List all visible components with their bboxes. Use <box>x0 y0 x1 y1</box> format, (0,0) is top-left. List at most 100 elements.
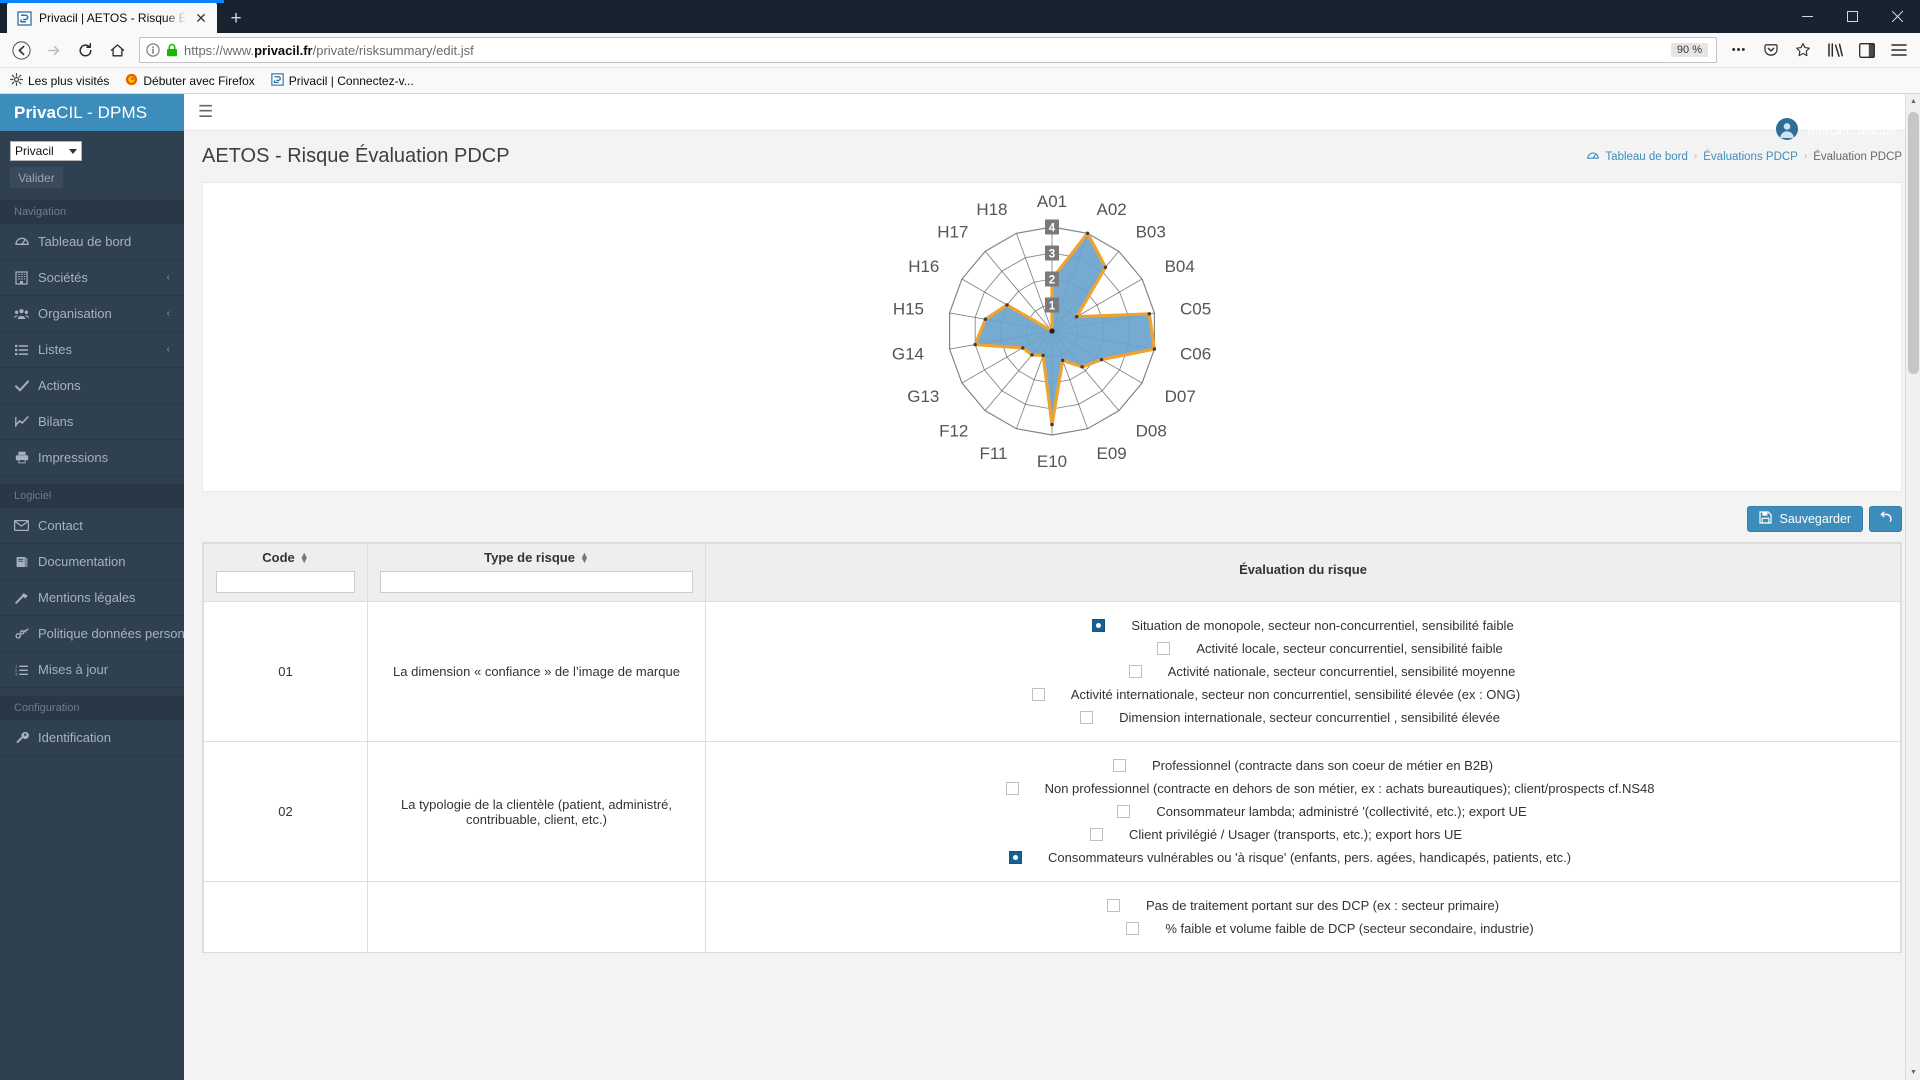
sidebar-item-actions[interactable]: Actions <box>0 368 184 404</box>
sidebar-item-mises-jour[interactable]: 1 2 3 Mises à jour <box>0 652 184 688</box>
sidebar-item-bilans[interactable]: Bilans <box>0 404 184 440</box>
save-button-label: Sauvegarder <box>1779 512 1852 526</box>
bookmark-item-0[interactable]: Les plus visités <box>10 72 109 89</box>
radar-axis-label: E10 <box>1037 452 1067 471</box>
close-window-button[interactable] <box>1875 1 1920 33</box>
risk-option[interactable]: Client privilégié / Usager (transports, … <box>652 823 1900 846</box>
sidebar-item-impressions[interactable]: Impressions <box>0 440 184 476</box>
risk-eval-cell: Situation de monopole, secteur non-concu… <box>704 601 1902 742</box>
zoom-level-badge[interactable]: 90 % <box>1670 43 1708 57</box>
risk-option[interactable]: Activité locale, secteur concurrentiel, … <box>760 637 1900 660</box>
risk-option[interactable]: Non professionnel (contracte en dehors d… <box>760 777 1900 800</box>
url-text[interactable]: https://www.privacil.fr/private/risksumm… <box>184 43 1665 58</box>
user-menu[interactable]: Mercier, Martial <box>1776 118 1896 143</box>
sidebar-item-organisation[interactable]: Organisation ‹ <box>0 296 184 332</box>
sidebar-item-contact[interactable]: Contact <box>0 508 184 544</box>
radar-tick-label: 3 <box>1049 248 1055 260</box>
bookmark-item-2[interactable]: Privacil | Connectez-v... <box>271 72 414 89</box>
checkbox-checked[interactable] <box>1092 619 1106 632</box>
risk-option[interactable]: Consommateurs vulnérables ou 'à risque' … <box>680 846 1900 869</box>
sidebar-collapse-icon[interactable]: ☰ <box>198 102 213 122</box>
column-header-type[interactable]: Type de risque ▲ ▼ <box>367 543 706 602</box>
checkbox-unchecked[interactable] <box>1031 688 1045 701</box>
radar-axis-label: G14 <box>892 345 924 364</box>
sidebar-item-documentation[interactable]: Documentation <box>0 544 184 580</box>
checkbox-unchecked[interactable] <box>1112 759 1126 772</box>
risk-option[interactable]: % faible et volume faible de DCP (secteu… <box>760 917 1900 940</box>
hamburger-menu-icon[interactable] <box>1884 36 1914 64</box>
back-button[interactable] <box>6 36 36 64</box>
printer-icon <box>14 451 29 464</box>
sidebar-toggle-icon[interactable] <box>1852 36 1882 64</box>
page-info-icon[interactable] <box>146 43 160 57</box>
checkbox-unchecked[interactable] <box>1080 711 1094 724</box>
home-button[interactable] <box>102 36 132 64</box>
checkbox-unchecked[interactable] <box>1117 805 1131 818</box>
tab-close-icon[interactable]: ✕ <box>193 10 209 26</box>
sidebar-item-politique-donn-es-personnelles[interactable]: Politique données personnelles <box>0 616 219 652</box>
checkbox-unchecked[interactable] <box>1005 782 1019 795</box>
minimize-button[interactable] <box>1785 1 1830 33</box>
scroll-down-arrow[interactable]: ▼ <box>1906 1065 1920 1080</box>
filter-input-code[interactable] <box>216 571 355 593</box>
risk-option[interactable]: Professionnel (contracte dans son coeur … <box>706 754 1900 777</box>
sidebar-item-soci-t-s[interactable]: Sociétés ‹ <box>0 260 184 296</box>
form-action-bar: Sauvegarder <box>202 506 1903 532</box>
address-bar[interactable]: https://www.privacil.fr/private/risksumm… <box>139 37 1717 63</box>
checkbox-unchecked[interactable] <box>1089 828 1103 841</box>
scrollbar-thumb[interactable] <box>1908 112 1919 374</box>
forward-button[interactable] <box>38 36 68 64</box>
sidebar-item-tableau-de-bord[interactable]: Tableau de bord <box>0 224 184 260</box>
radar-tick-label: 2 <box>1049 274 1055 286</box>
sidebar-item-label: Contact <box>38 518 83 533</box>
company-select[interactable]: Privacil <box>10 141 82 161</box>
sort-icon[interactable]: ▲ ▼ <box>300 550 309 564</box>
sidebar-item-identification[interactable]: Identification <box>0 720 184 756</box>
sidebar-brand[interactable]: PrivaCIL - DPMS <box>0 94 184 131</box>
checkbox-checked[interactable] <box>1008 851 1022 864</box>
checkbox-unchecked[interactable] <box>1128 665 1142 678</box>
reload-button[interactable] <box>70 36 100 64</box>
sort-icon[interactable]: ▲ ▼ <box>580 550 589 564</box>
filter-input-type[interactable] <box>380 571 693 593</box>
page-scrollbar[interactable]: ▲ ▼ <box>1905 94 1920 1080</box>
breadcrumb-item-1[interactable]: Évaluations PDCP <box>1703 151 1798 163</box>
risk-option[interactable]: Situation de monopole, secteur non-concu… <box>706 614 1900 637</box>
page-actions-icon[interactable]: ••• <box>1724 36 1754 64</box>
save-button[interactable]: Sauvegarder <box>1747 506 1864 532</box>
bookmark-label: Débuter avec Firefox <box>143 73 255 88</box>
scroll-up-arrow[interactable]: ▲ <box>1906 94 1920 109</box>
risk-option[interactable]: Dimension internationale, secteur concur… <box>680 706 1900 729</box>
bookmark-item-1[interactable]: Débuter avec Firefox <box>125 73 255 89</box>
chevron-down-icon <box>69 148 77 154</box>
sidebar-section-header: Navigation <box>0 200 184 224</box>
radar-axis-label: B03 <box>1136 222 1166 241</box>
checkbox-unchecked[interactable] <box>1106 899 1120 912</box>
risk-code-cell: 02 <box>203 741 368 882</box>
pocket-icon[interactable] <box>1756 36 1786 64</box>
breadcrumb-item-0[interactable]: Tableau de bord <box>1605 151 1687 163</box>
browser-tab[interactable]: Privacil | AETOS - Risque Évalua ✕ <box>7 3 217 33</box>
risk-option[interactable]: Activité nationale, secteur concurrentie… <box>744 660 1900 683</box>
new-tab-button[interactable]: + <box>221 4 251 33</box>
bookmark-star-icon[interactable] <box>1788 36 1818 64</box>
company-select-value: Privacil <box>15 144 54 158</box>
sidebar-item-label: Identification <box>38 730 111 745</box>
maximize-button[interactable] <box>1830 1 1875 33</box>
validate-button[interactable]: Valider <box>10 167 63 188</box>
risk-option-label: Situation de monopole, secteur non-concu… <box>1131 618 1514 633</box>
risk-code-cell <box>203 881 368 953</box>
sidebar-item-listes[interactable]: Listes ‹ <box>0 332 184 368</box>
radar-axis-label: D07 <box>1165 387 1196 406</box>
risk-option[interactable]: Pas de traitement portant sur des DCP (e… <box>706 894 1900 917</box>
risk-option[interactable]: Consommateur lambda; administré '(collec… <box>744 800 1900 823</box>
column-header-code[interactable]: Code ▲ ▼ <box>203 543 368 602</box>
sidebar-item-mentions-l-gales[interactable]: Mentions légales <box>0 580 184 616</box>
radar-chart-svg: 1 2 3 4 A01 A02 B03 B04 C05 C06 D07 D08 E09 E10 F11 F12… <box>892 193 1211 471</box>
risk-option-label: Pas de traitement portant sur des DCP (e… <box>1145 898 1500 913</box>
undo-button[interactable] <box>1869 506 1903 532</box>
library-icon[interactable] <box>1820 36 1850 64</box>
checkbox-unchecked[interactable] <box>1126 922 1140 935</box>
checkbox-unchecked[interactable] <box>1157 642 1171 655</box>
risk-option[interactable]: Activité internationale, secteur non con… <box>652 683 1900 706</box>
